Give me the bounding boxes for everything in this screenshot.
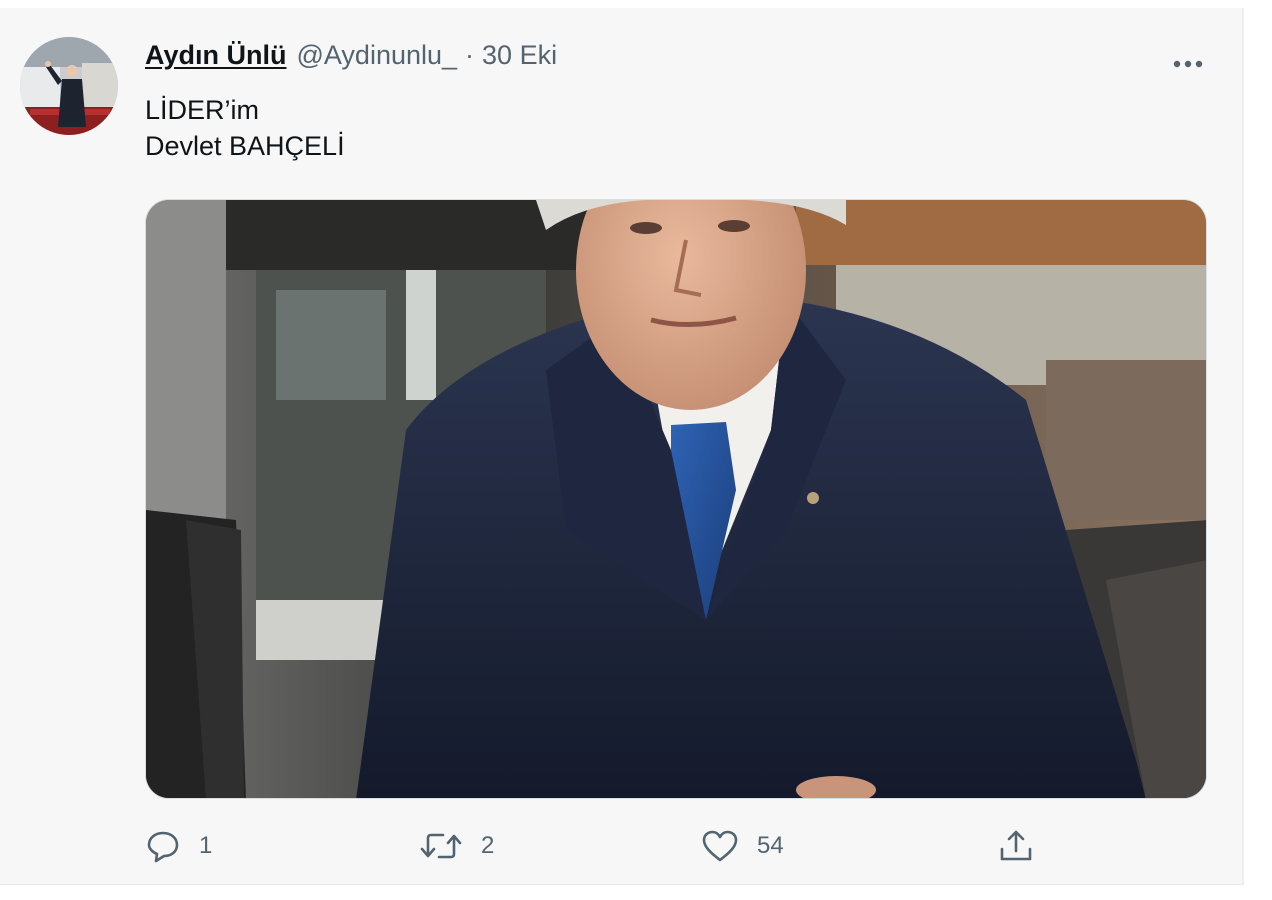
- tweet-action-bar: 1 2 54: [145, 820, 1065, 872]
- more-horizontal-icon: [1173, 60, 1203, 68]
- reply-count: 1: [199, 832, 213, 859]
- like-button[interactable]: 54: [701, 820, 784, 872]
- heart-outline-icon: [702, 830, 738, 862]
- tweet-media-photo[interactable]: [145, 199, 1207, 799]
- retweet-count: 2: [481, 832, 495, 859]
- reply-bubble-icon: [147, 831, 179, 863]
- tweet-text-line: LİDER’im: [145, 95, 260, 125]
- like-count: 54: [757, 832, 784, 859]
- tweet-text-line: Devlet BAHÇELİ: [145, 131, 345, 161]
- retweet-arrows-icon: [420, 833, 462, 859]
- header-separator: ·: [465, 40, 475, 70]
- author-display-name[interactable]: Aydın Ünlü: [145, 38, 287, 72]
- more-options-button[interactable]: [1164, 46, 1212, 82]
- tweet-card[interactable]: Aydın Ünlü @Aydinunlu_ · 30 Eki LİDER’im…: [0, 8, 1244, 885]
- author-handle[interactable]: @Aydinunlu_: [297, 38, 458, 72]
- retweet-button[interactable]: 2: [419, 820, 494, 872]
- photo-portrait-man-in-suit: [146, 200, 1206, 798]
- avatar-image: [20, 37, 118, 135]
- tweet-header: Aydın Ünlü @Aydinunlu_ · 30 Eki: [145, 38, 557, 72]
- tweet-timestamp[interactable]: 30 Eki: [482, 38, 557, 72]
- reply-button[interactable]: 1: [145, 820, 212, 872]
- author-avatar[interactable]: [20, 37, 118, 135]
- page: Aydın Ünlü @Aydinunlu_ · 30 Eki LİDER’im…: [0, 0, 1272, 900]
- share-upload-icon: [1000, 830, 1032, 861]
- share-button[interactable]: [997, 820, 1035, 872]
- tweet-text: LİDER’im Devlet BAHÇELİ: [145, 92, 345, 164]
